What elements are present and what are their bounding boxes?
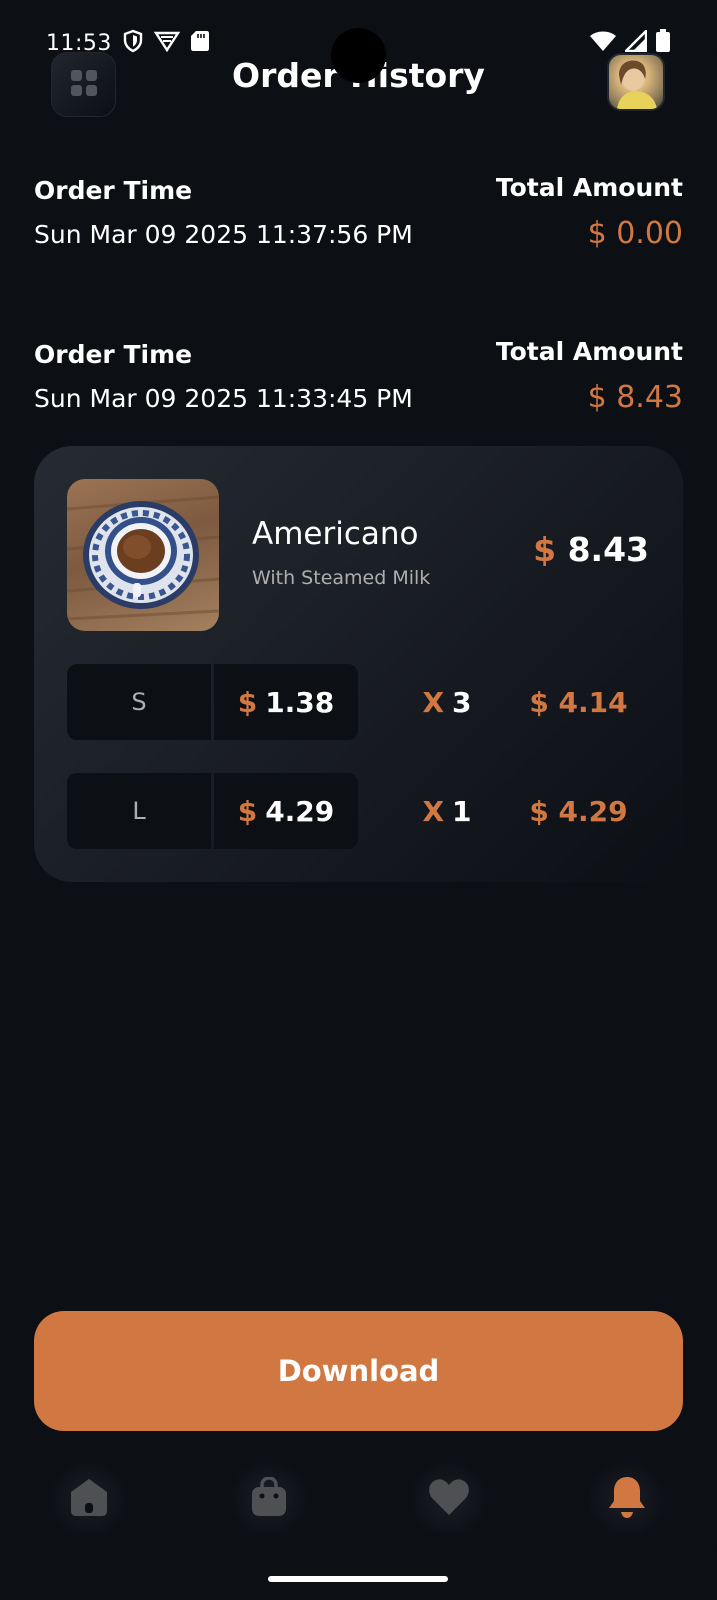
home-icon: [68, 1477, 110, 1521]
home-indicator[interactable]: [268, 1576, 448, 1582]
status-left: 11:53: [46, 29, 210, 57]
item-description: With Steamed Milk: [252, 567, 431, 589]
quantity-multiplier: X: [422, 685, 445, 719]
size-price: $ 1.38: [214, 664, 358, 740]
order-header: Order Time Sun Mar 09 2025 11:37:56 PM T…: [34, 173, 683, 256]
order-time-label: Order Time: [34, 176, 193, 205]
order-time-value: Sun Mar 09 2025 11:37:56 PM: [34, 220, 413, 249]
size-label: L: [67, 773, 211, 849]
order-history-screen: 11:53 Order History Order Time Sun Mar 0…: [0, 0, 717, 1600]
shopping-bag-icon: [250, 1476, 288, 1521]
currency-symbol: $: [533, 530, 557, 569]
wifi-icon: [589, 30, 617, 56]
total-amount-label: Total Amount: [495, 337, 683, 366]
coffee-image: [67, 479, 219, 631]
size-quantity: X 1: [397, 773, 497, 849]
size-price-value: 1.38: [265, 685, 335, 719]
total-amount-label: Total Amount: [495, 173, 683, 202]
currency-symbol: $: [237, 794, 258, 828]
nav-favorites[interactable]: [404, 1464, 494, 1534]
size-quantity: X 3: [397, 664, 497, 740]
order-time-value: Sun Mar 09 2025 11:33:45 PM: [34, 384, 413, 413]
size-row: S $ 1.38 X 3 $ 4.14: [67, 664, 650, 740]
currency-symbol: $: [237, 685, 258, 719]
order-item-card[interactable]: Americano With Steamed Milk $ 8.43 S $ 1…: [34, 446, 683, 882]
item-price: $ 8.43: [533, 530, 649, 569]
bottom-nav: [0, 1464, 717, 1544]
total-amount-value: $ 8.43: [587, 380, 683, 415]
nav-notifications[interactable]: [582, 1464, 672, 1534]
quantity-value: 1: [452, 794, 472, 828]
item-price-value: 8.43: [567, 530, 649, 569]
size-price-value: 4.29: [265, 794, 335, 828]
vpn-icon: [153, 30, 181, 56]
total-amount-value: $ 0.00: [587, 216, 683, 251]
size-total: $ 4.29: [529, 794, 628, 828]
quantity-multiplier: X: [422, 794, 445, 828]
size-price: $ 4.29: [214, 773, 358, 849]
nav-home[interactable]: [44, 1464, 134, 1534]
order-time-label: Order Time: [34, 340, 193, 369]
item-name: Americano: [252, 516, 419, 552]
shield-icon: [122, 29, 144, 57]
quantity-value: 3: [452, 685, 472, 719]
heart-icon: [427, 1477, 471, 1521]
sd-card-icon: [190, 30, 210, 56]
signal-icon: [623, 28, 648, 56]
size-total: $ 4.14: [529, 685, 628, 719]
bell-icon: [608, 1475, 646, 1523]
status-right: [589, 28, 671, 57]
status-time: 11:53: [46, 30, 112, 56]
nav-cart[interactable]: [224, 1464, 314, 1534]
order-header: Order Time Sun Mar 09 2025 11:33:45 PM T…: [34, 337, 683, 420]
download-button[interactable]: Download: [34, 1311, 683, 1431]
size-row: L $ 4.29 X 1 $ 4.29: [67, 773, 650, 849]
size-label: S: [67, 664, 211, 740]
camera-cutout: [331, 28, 386, 83]
battery-icon: [655, 29, 671, 57]
